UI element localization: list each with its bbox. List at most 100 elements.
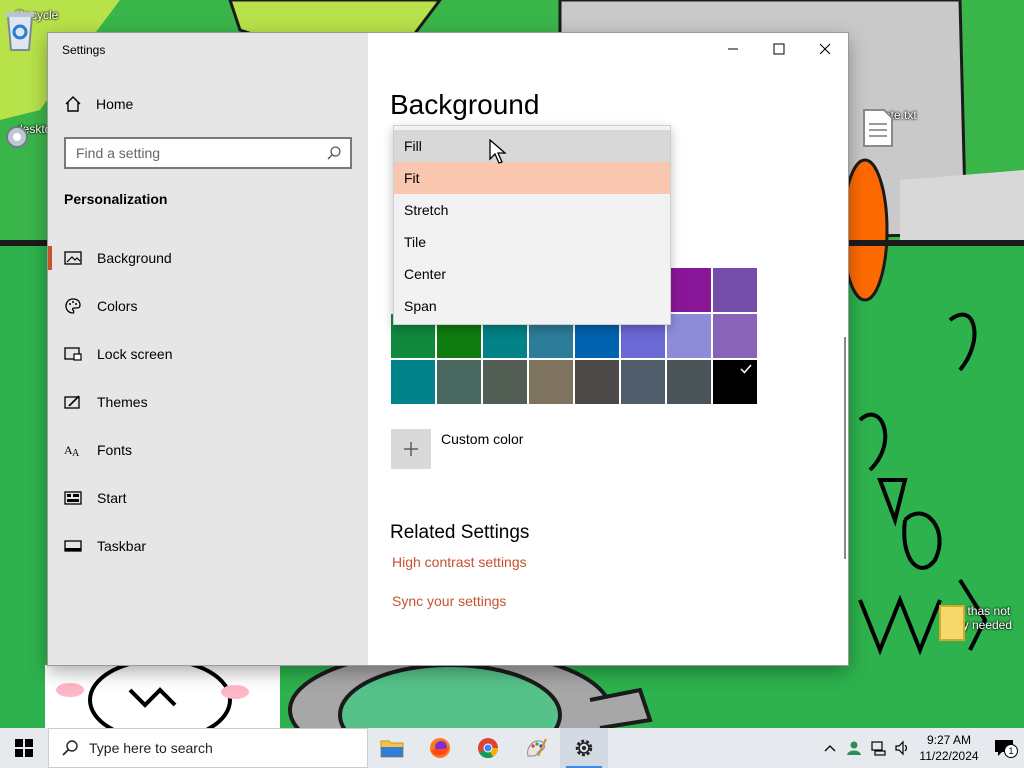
- taskbar-search-placeholder: Type here to search: [89, 740, 213, 756]
- close-button[interactable]: [802, 33, 848, 65]
- action-center-button[interactable]: 1: [984, 728, 1024, 768]
- sidebar-item-lock-screen[interactable]: Lock screen: [48, 330, 368, 378]
- sidebar-item-label: Fonts: [97, 442, 133, 458]
- mouse-cursor-icon: [489, 139, 507, 164]
- sidebar-item-colors[interactable]: Colors: [48, 282, 368, 330]
- volume-tray-button[interactable]: [890, 728, 914, 768]
- color-swatch[interactable]: [621, 360, 665, 404]
- taskbar-file-explorer[interactable]: [368, 728, 416, 768]
- color-swatch[interactable]: [713, 268, 757, 312]
- taskbar-paint[interactable]: [512, 728, 560, 768]
- home-nav-item[interactable]: Home: [64, 95, 133, 113]
- color-swatch[interactable]: [713, 360, 757, 404]
- home-label: Home: [96, 96, 134, 112]
- clock[interactable]: 9:27 AM 11/22/2024: [914, 732, 984, 764]
- sidebar-item-taskbar[interactable]: Taskbar: [48, 522, 368, 570]
- sidebar-item-label: Background: [97, 250, 172, 266]
- dropdown-option-stretch[interactable]: Stretch: [394, 194, 670, 226]
- high-contrast-settings-link[interactable]: High contrast settings: [392, 554, 527, 570]
- find-setting-input[interactable]: [66, 139, 316, 167]
- dropdown-option-center[interactable]: Center: [394, 258, 670, 290]
- maximize-button[interactable]: [756, 33, 802, 65]
- search-icon: [62, 740, 78, 756]
- show-hidden-icons-button[interactable]: [818, 728, 842, 768]
- chrome-icon: [478, 738, 499, 759]
- color-swatch[interactable]: [575, 360, 619, 404]
- sidebar-item-label: Start: [97, 490, 127, 506]
- custom-color-label: Custom color: [441, 431, 524, 447]
- dropdown-option-span[interactable]: Span: [394, 290, 670, 322]
- color-swatch[interactable]: [713, 314, 757, 358]
- system-tray: 9:27 AM 11/22/2024 1: [818, 728, 1024, 768]
- minimize-button[interactable]: [710, 33, 756, 65]
- start-icon: [64, 489, 82, 507]
- sidebar-item-fonts[interactable]: AA Fonts: [48, 426, 368, 474]
- sidebar-item-label: Themes: [97, 394, 148, 410]
- network-tray-button[interactable]: [866, 728, 890, 768]
- color-swatch[interactable]: [529, 360, 573, 404]
- notification-count: 1: [1004, 744, 1018, 758]
- sidebar: Settings Home Personalization Background: [48, 33, 368, 665]
- people-icon: [847, 741, 861, 755]
- color-swatch[interactable]: [667, 314, 711, 358]
- folder-icon: [380, 740, 404, 758]
- windows-logo-icon: [15, 739, 33, 757]
- paint-icon: [527, 738, 547, 757]
- taskbar-settings[interactable]: [560, 728, 608, 768]
- chevron-up-icon: [824, 745, 836, 752]
- custom-color-button[interactable]: Custom color: [391, 429, 523, 469]
- plus-icon: [391, 429, 431, 469]
- color-swatch[interactable]: [437, 360, 481, 404]
- gear-icon: [6, 126, 28, 148]
- folder-glyph-icon: [939, 605, 965, 641]
- svg-text:A: A: [72, 448, 80, 458]
- taskbar-firefox[interactable]: [416, 728, 464, 768]
- dropdown-option-fill[interactable]: Fill: [394, 130, 670, 162]
- sidebar-item-start[interactable]: Start: [48, 474, 368, 522]
- trash-icon: [6, 12, 34, 51]
- lock-screen-icon: [64, 345, 82, 363]
- section-title: Personalization: [64, 191, 168, 207]
- start-button[interactable]: [0, 728, 48, 768]
- fonts-icon: AA: [64, 441, 82, 459]
- speaker-icon: [895, 740, 908, 756]
- color-swatch[interactable]: [667, 360, 711, 404]
- color-swatch[interactable]: [667, 268, 711, 312]
- fit-dropdown-list: Fill Fit Stretch Tile Center Span: [393, 125, 671, 325]
- taskbar-search-box[interactable]: Type here to search: [48, 728, 368, 768]
- user-tray-button[interactable]: [842, 728, 866, 768]
- window-title: Settings: [62, 43, 106, 57]
- sidebar-item-label: Colors: [97, 298, 138, 314]
- recycle-bin-icon[interactable]: Recycle: [2, 8, 72, 51]
- find-setting-search[interactable]: [64, 137, 352, 169]
- content-scrollbar[interactable]: [844, 337, 846, 559]
- minimize-icon: [728, 48, 738, 50]
- gear-icon: [575, 739, 593, 757]
- sidebar-item-label: Taskbar: [97, 538, 147, 554]
- personalization-nav: Background Colors Lock screen Themes A A…: [48, 234, 368, 570]
- folder-icon[interactable]: stuff thas not really needed: [936, 604, 1016, 641]
- clock-date: 11/22/2024: [919, 749, 979, 763]
- dropdown-option-tile[interactable]: Tile: [394, 226, 670, 258]
- checkmark-icon: [740, 364, 752, 374]
- clock-time: 9:27 AM: [926, 733, 972, 747]
- note-file-icon[interactable]: note.txt: [862, 108, 932, 147]
- page-title: Background: [390, 89, 540, 120]
- maximize-icon: [773, 43, 785, 55]
- taskbar-icon: [64, 537, 82, 555]
- related-settings-title: Related Settings: [390, 522, 530, 543]
- color-swatch[interactable]: [483, 360, 527, 404]
- settings-window: Settings Home Personalization Background: [48, 33, 848, 665]
- search-icon: [327, 146, 341, 160]
- firefox-icon: [430, 738, 450, 758]
- close-icon: [819, 43, 831, 55]
- dropdown-option-fit[interactable]: Fit: [394, 162, 670, 194]
- sidebar-item-background[interactable]: Background: [48, 234, 368, 282]
- taskbar-chrome[interactable]: [464, 728, 512, 768]
- image-icon: [64, 249, 82, 267]
- themes-icon: [64, 393, 82, 411]
- sync-settings-link[interactable]: Sync your settings: [392, 593, 506, 609]
- network-icon: [871, 741, 886, 756]
- sidebar-item-themes[interactable]: Themes: [48, 378, 368, 426]
- color-swatch[interactable]: [391, 360, 435, 404]
